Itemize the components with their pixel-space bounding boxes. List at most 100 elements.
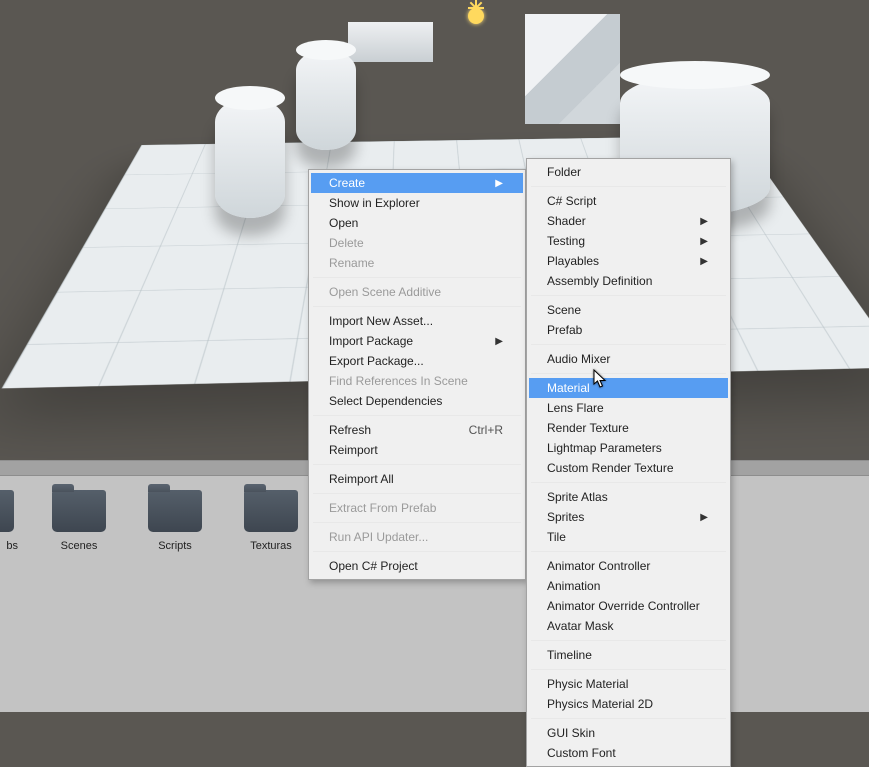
menu-item-label: Physics Material 2D [547, 697, 653, 711]
project-folder-item[interactable]: Scenes [44, 490, 114, 552]
context-menu-item[interactable]: Show in Explorer [311, 193, 523, 213]
menu-item-label: Scene [547, 303, 581, 317]
menu-separator [531, 186, 726, 187]
folder-label: bs [0, 540, 18, 552]
context-menu-item: Find References In Scene [311, 371, 523, 391]
create-submenu-item[interactable]: Sprites▶ [529, 507, 728, 527]
menu-item-label: Sprite Atlas [547, 490, 608, 504]
menu-separator [531, 295, 726, 296]
create-submenu-item[interactable]: Playables ▶ [529, 251, 728, 271]
scene-cylinder-small [215, 98, 285, 218]
context-menu-item[interactable]: Import Package ▶ [311, 331, 523, 351]
context-menu-item[interactable]: Import New Asset... [311, 311, 523, 331]
project-folder-item[interactable]: Texturas [236, 490, 306, 552]
menu-item-label: Refresh [329, 423, 371, 437]
menu-item-label: Timeline [547, 648, 592, 662]
menu-item-label: Tile [547, 530, 566, 544]
folder-label: Scenes [44, 540, 114, 552]
menu-item-label: Select Dependencies [329, 394, 442, 408]
menu-item-label: Run API Updater... [329, 530, 428, 544]
menu-item-label: Extract From Prefab [329, 501, 436, 515]
menu-item-label: Import Package [329, 334, 413, 348]
menu-item-label: Lightmap Parameters [547, 441, 662, 455]
create-submenu-item[interactable]: Shader▶ [529, 211, 728, 231]
folder-label: Scripts [140, 540, 210, 552]
create-submenu-item[interactable]: Animator Controller [529, 556, 728, 576]
menu-separator [531, 551, 726, 552]
context-menu-item[interactable]: Export Package... [311, 351, 523, 371]
menu-item-label: Animator Override Controller [547, 599, 700, 613]
menu-item-label: Playables [547, 254, 599, 268]
submenu-arrow-icon: ▶ [495, 336, 503, 347]
menu-item-shortcut: Ctrl+R [469, 423, 503, 437]
menu-item-label: Audio Mixer [547, 352, 610, 366]
context-menu-item[interactable]: Refresh Ctrl+R [311, 420, 523, 440]
submenu-arrow-icon: ▶ [700, 512, 708, 523]
create-submenu-item[interactable]: Lightmap Parameters [529, 438, 728, 458]
menu-item-label: Testing [547, 234, 585, 248]
create-submenu-item[interactable]: Avatar Mask [529, 616, 728, 636]
create-submenu-item[interactable]: Custom Render Texture [529, 458, 728, 478]
create-submenu-item[interactable]: Physics Material 2D [529, 694, 728, 714]
create-submenu-item[interactable]: Custom Font [529, 743, 728, 763]
directional-light-gizmo[interactable] [454, 0, 498, 38]
context-menu-project[interactable]: Create▶Show in ExplorerOpenDeleteRenameO… [308, 169, 526, 580]
context-menu-item[interactable]: Reimport [311, 440, 523, 460]
create-submenu-item[interactable]: Scene [529, 300, 728, 320]
menu-item-label: Reimport All [329, 472, 394, 486]
create-submenu-item[interactable]: GUI Skin [529, 723, 728, 743]
create-submenu-item[interactable]: Testing▶ [529, 231, 728, 251]
menu-separator [313, 306, 521, 307]
menu-separator [313, 551, 521, 552]
create-submenu-item[interactable]: Timeline [529, 645, 728, 665]
context-menu-item[interactable]: Select Dependencies [311, 391, 523, 411]
menu-item-label: Lens Flare [547, 401, 604, 415]
submenu-arrow-icon: ▶ [700, 256, 708, 267]
create-submenu-item[interactable]: Animation [529, 576, 728, 596]
create-submenu-item[interactable]: Material [529, 378, 728, 398]
menu-item-label: Export Package... [329, 354, 424, 368]
create-submenu-item[interactable]: Lens Flare [529, 398, 728, 418]
context-menu-item[interactable]: Open C# Project [311, 556, 523, 576]
context-menu-item[interactable]: Reimport All [311, 469, 523, 489]
menu-item-label: Find References In Scene [329, 374, 468, 388]
menu-item-label: GUI Skin [547, 726, 595, 740]
create-submenu-item[interactable]: Render Texture [529, 418, 728, 438]
create-submenu-item[interactable]: Audio Mixer [529, 349, 728, 369]
menu-separator [531, 669, 726, 670]
menu-separator [313, 415, 521, 416]
create-submenu-item[interactable]: Tile [529, 527, 728, 547]
menu-item-label: Rename [329, 256, 374, 270]
scene-cylinder-medium [296, 50, 356, 150]
create-submenu-item[interactable]: Sprite Atlas [529, 487, 728, 507]
folder-icon [244, 490, 298, 532]
menu-separator [313, 277, 521, 278]
context-menu-item: Extract From Prefab [311, 498, 523, 518]
project-folder-item[interactable]: Scripts [140, 490, 210, 552]
context-menu-item[interactable]: Open [311, 213, 523, 233]
menu-item-label: Open Scene Additive [329, 285, 441, 299]
scene-cube-near [525, 14, 620, 124]
menu-item-label: Create [329, 176, 365, 190]
context-menu-item: Open Scene Additive [311, 282, 523, 302]
menu-item-label: Render Texture [547, 421, 629, 435]
create-submenu-item[interactable]: C# Script [529, 191, 728, 211]
menu-item-label: Assembly Definition [547, 274, 652, 288]
menu-separator [313, 522, 521, 523]
menu-separator [531, 344, 726, 345]
project-folder-item[interactable]: bs [0, 490, 18, 552]
menu-item-label: Show in Explorer [329, 196, 420, 210]
context-menu-create-submenu[interactable]: FolderC# ScriptShader▶Testing▶Playables▶… [526, 158, 731, 767]
menu-item-label: Reimport [329, 443, 378, 457]
create-submenu-item[interactable]: Animator Override Controller [529, 596, 728, 616]
scene-cube-far [348, 22, 433, 62]
create-submenu-item[interactable]: Physic Material [529, 674, 728, 694]
menu-item-label: Material [547, 381, 590, 395]
folder-icon [0, 490, 14, 532]
context-menu-item[interactable]: Create▶ [311, 173, 523, 193]
create-submenu-item[interactable]: Folder [529, 162, 728, 182]
menu-separator [531, 482, 726, 483]
menu-item-label: Avatar Mask [547, 619, 613, 633]
create-submenu-item[interactable]: Prefab [529, 320, 728, 340]
create-submenu-item[interactable]: Assembly Definition [529, 271, 728, 291]
